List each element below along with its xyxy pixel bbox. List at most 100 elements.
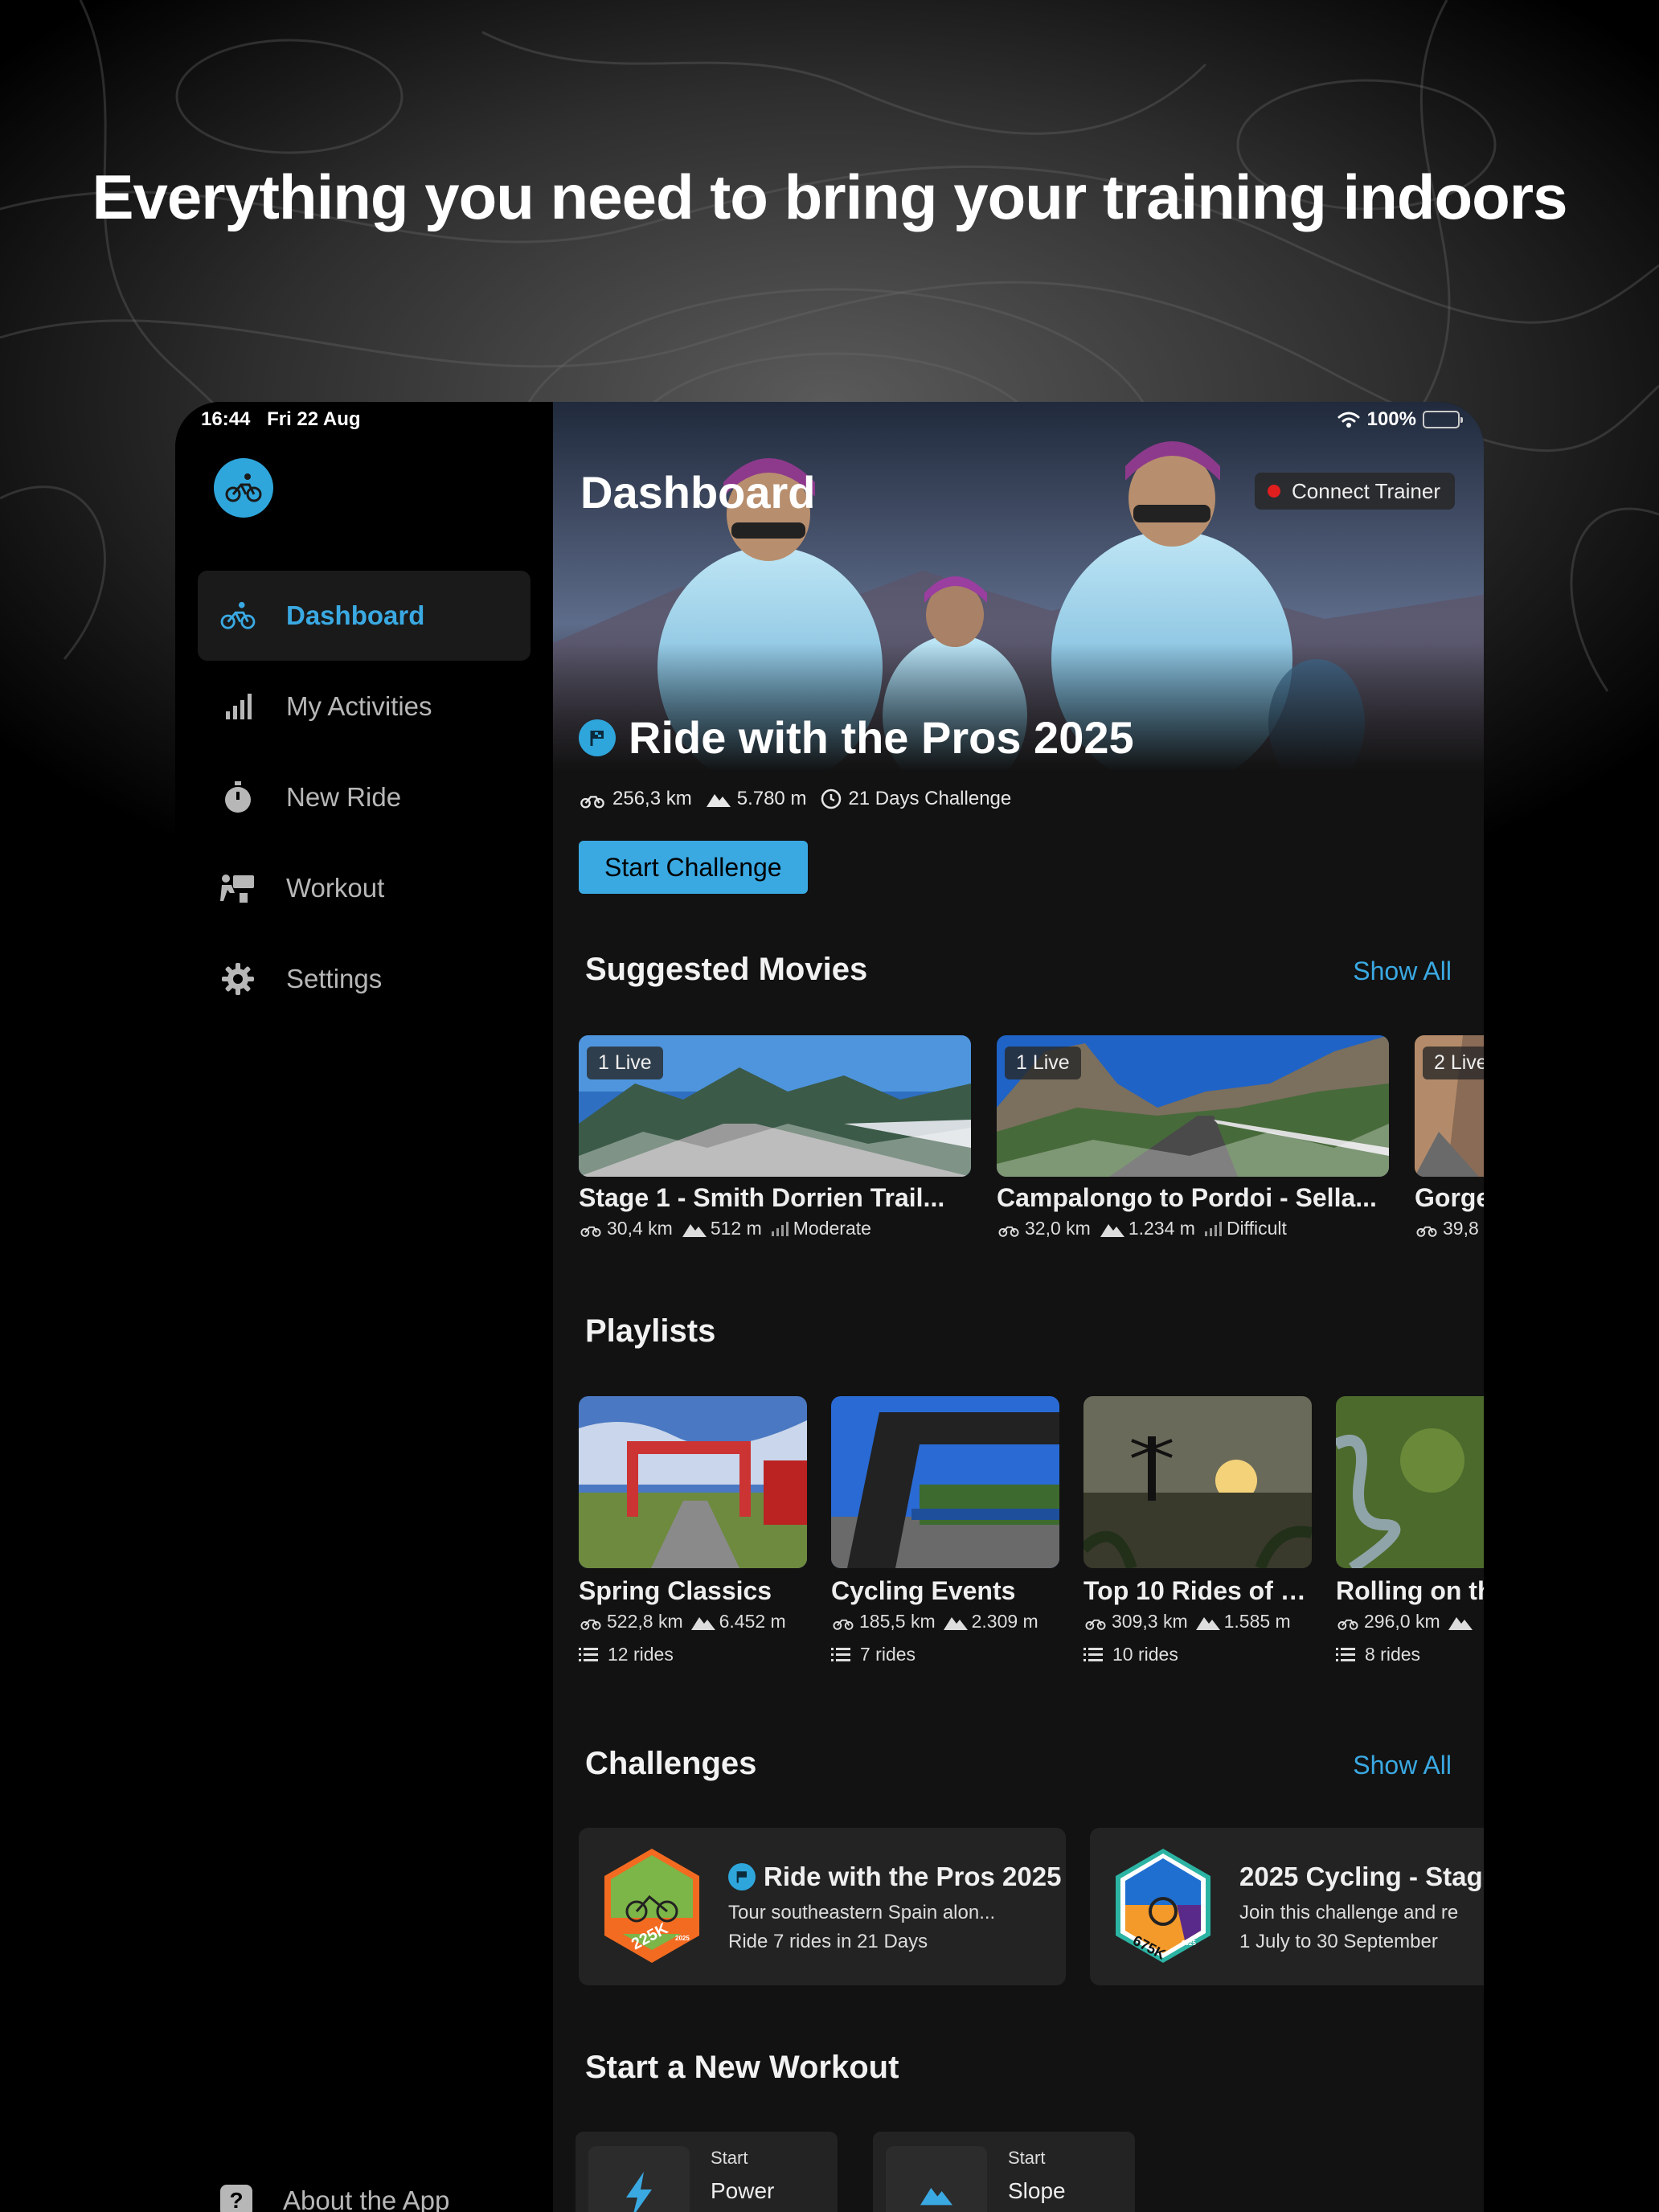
bars-chart-icon	[220, 689, 256, 724]
movie-card[interactable]: 2 Live Gorge 39,8	[1415, 1035, 1484, 1239]
lightning-icon	[588, 2146, 690, 2212]
flag-badge-icon	[728, 1863, 756, 1890]
playlist-title: Top 10 Rides of 2...	[1083, 1576, 1312, 1605]
movie-title: Gorge	[1415, 1183, 1484, 1212]
list-icon	[1336, 1647, 1355, 1661]
slope-workout-button[interactable]: Start Slope	[873, 2132, 1135, 2212]
challenge-card[interactable]: 675K 2025 2025 Cycling - Stage Join this…	[1090, 1828, 1484, 1985]
sidebar-item-new-ride[interactable]: New Ride	[198, 752, 530, 842]
app-logo[interactable]	[214, 458, 273, 518]
bike-icon	[998, 1226, 1019, 1237]
distance-stat: 256,3 km	[579, 788, 692, 810]
playlist-thumbnail	[1083, 1396, 1312, 1568]
badge-year: 2025	[675, 1935, 690, 1942]
mountain-icon	[1448, 1616, 1473, 1630]
playlist-thumbnail	[579, 1396, 807, 1568]
movie-title: Campalongo to Pordoi - Sella...	[997, 1183, 1377, 1212]
sidebar-nav: Dashboard My Activities New Ride Workout	[198, 571, 530, 1025]
bike-icon	[580, 1619, 601, 1630]
sidebar-item-label: Settings	[286, 964, 383, 993]
mountain-icon	[706, 794, 731, 807]
movie-stats: 32,0 km 1.234 m Difficult	[997, 1218, 1389, 1239]
workout-label: Power	[711, 2178, 775, 2203]
duration-stat: 21 Days Challenge	[821, 788, 1011, 810]
challenge-description: Join this challenge and re	[1239, 1902, 1459, 1923]
mountain-icon	[943, 1616, 968, 1630]
ride-count: 8 rides	[1336, 1644, 1484, 1665]
movies-show-all-link[interactable]: Show All	[1353, 956, 1452, 986]
trainer-icon	[220, 870, 256, 906]
playlist-card[interactable]: Cycling Events 185,5 km 2.309 m 7 rides	[831, 1396, 1059, 1665]
badge-year: 2025	[1182, 1940, 1196, 1947]
sidebar-item-dashboard[interactable]: Dashboard	[198, 571, 530, 661]
sidebar-item-workout[interactable]: Workout	[198, 843, 530, 933]
status-bar-right: 100%	[1337, 408, 1463, 431]
clock-icon	[821, 789, 842, 809]
sidebar-item-settings[interactable]: Settings	[198, 934, 530, 1024]
playlist-stats: 522,8 km 6.452 m	[579, 1611, 807, 1632]
start-challenge-button[interactable]: Start Challenge	[579, 841, 808, 894]
help-icon: ?	[220, 2185, 252, 2212]
marketing-headline: Everything you need to bring your traini…	[92, 162, 1567, 232]
movie-thumbnail: 1 Live	[997, 1035, 1389, 1177]
playlist-stats: 309,3 km 1.585 m	[1083, 1611, 1312, 1632]
sidebar-item-label: Dashboard	[286, 600, 425, 630]
challenge-title: 2025 Cycling - Stage	[1239, 1862, 1484, 1891]
difficulty-bars-icon	[771, 1221, 789, 1236]
workout-kicker: Start	[711, 2148, 748, 2168]
movie-stats: 39,8	[1415, 1218, 1484, 1239]
playlist-title: Spring Classics	[579, 1576, 772, 1605]
playlist-thumbnail	[831, 1396, 1059, 1568]
sidebar-item-label: My Activities	[286, 691, 432, 721]
featured-stats: 256,3 km 5.780 m 21 Days Challenge	[579, 788, 1011, 810]
sidebar: 16:44 Fri 22 Aug Dashboard My Activities…	[175, 402, 553, 2212]
battery-percent: 100%	[1366, 408, 1416, 430]
sidebar-item-about[interactable]: ? About the App	[220, 2185, 449, 2212]
challenge-schedule: Ride 7 rides in 21 Days	[728, 1931, 928, 1952]
playlist-stats: 185,5 km 2.309 m	[831, 1611, 1059, 1632]
new-workout-heading: Start a New Workout	[585, 2050, 899, 2085]
status-bar-left: 16:44 Fri 22 Aug	[201, 408, 372, 431]
mountain-icon	[682, 1223, 707, 1237]
status-date: Fri 22 Aug	[267, 408, 361, 430]
live-badge: 2 Live	[1423, 1047, 1484, 1079]
mountain-icon	[690, 1616, 715, 1630]
bike-icon	[1085, 1619, 1106, 1630]
difficulty-bars-icon	[1204, 1221, 1222, 1236]
movie-card[interactable]: 1 Live Stage 1 - Smith Dorrien Trail... …	[579, 1035, 971, 1239]
gear-icon	[220, 961, 256, 997]
playlists-heading: Playlists	[585, 1313, 716, 1349]
movie-stats: 30,4 km 512 m Moderate	[579, 1218, 971, 1239]
featured-title-text: Ride with the Pros 2025	[629, 712, 1134, 763]
sidebar-item-label: New Ride	[286, 782, 402, 812]
movie-title: Stage 1 - Smith Dorrien Trail...	[579, 1183, 945, 1212]
movie-card[interactable]: 1 Live Campalongo to Pordoi - Sella... 3…	[997, 1035, 1389, 1239]
bike-icon	[1416, 1226, 1437, 1237]
power-workout-button[interactable]: Start Power	[576, 2132, 838, 2212]
playlist-card[interactable]: Spring Classics 522,8 km 6.452 m 12 ride…	[579, 1396, 807, 1665]
movie-thumbnail: 2 Live	[1415, 1035, 1484, 1177]
featured-challenge-title[interactable]: Ride with the Pros 2025	[579, 711, 1134, 764]
playlist-card[interactable]: Top 10 Rides of 2... 309,3 km 1.585 m 10…	[1083, 1396, 1312, 1665]
suggested-movies-heading: Suggested Movies	[585, 952, 868, 987]
page-title: Dashboard	[580, 467, 816, 518]
sidebar-item-my-activities[interactable]: My Activities	[198, 662, 530, 752]
playlist-thumbnail	[1336, 1396, 1484, 1568]
sidebar-item-label: Workout	[286, 873, 385, 903]
bike-icon	[580, 1226, 601, 1237]
playlist-title: Cycling Events	[831, 1576, 1016, 1605]
workout-label: Slope	[1008, 2178, 1066, 2203]
connect-trainer-button[interactable]: Connect Trainer	[1255, 473, 1455, 510]
wifi-icon	[1337, 412, 1360, 428]
playlist-stats: 296,0 km	[1336, 1611, 1484, 1632]
challenges-show-all-link[interactable]: Show All	[1353, 1751, 1452, 1780]
challenges-heading: Challenges	[585, 1746, 757, 1781]
challenge-card[interactable]: 225K 2025 Ride with the Pros 2025 Tour s…	[579, 1828, 1066, 1985]
ride-count: 10 rides	[1083, 1644, 1312, 1665]
flag-badge-icon	[579, 719, 616, 756]
playlist-card[interactable]: Rolling on the 296,0 km 8 rides	[1336, 1396, 1484, 1665]
challenge-badge-icon: 225K 2025	[604, 1849, 699, 1963]
elevation-stat: 5.780 m	[706, 788, 806, 810]
live-badge: 1 Live	[1005, 1047, 1081, 1079]
challenge-description: Tour southeastern Spain alon...	[728, 1902, 996, 1923]
